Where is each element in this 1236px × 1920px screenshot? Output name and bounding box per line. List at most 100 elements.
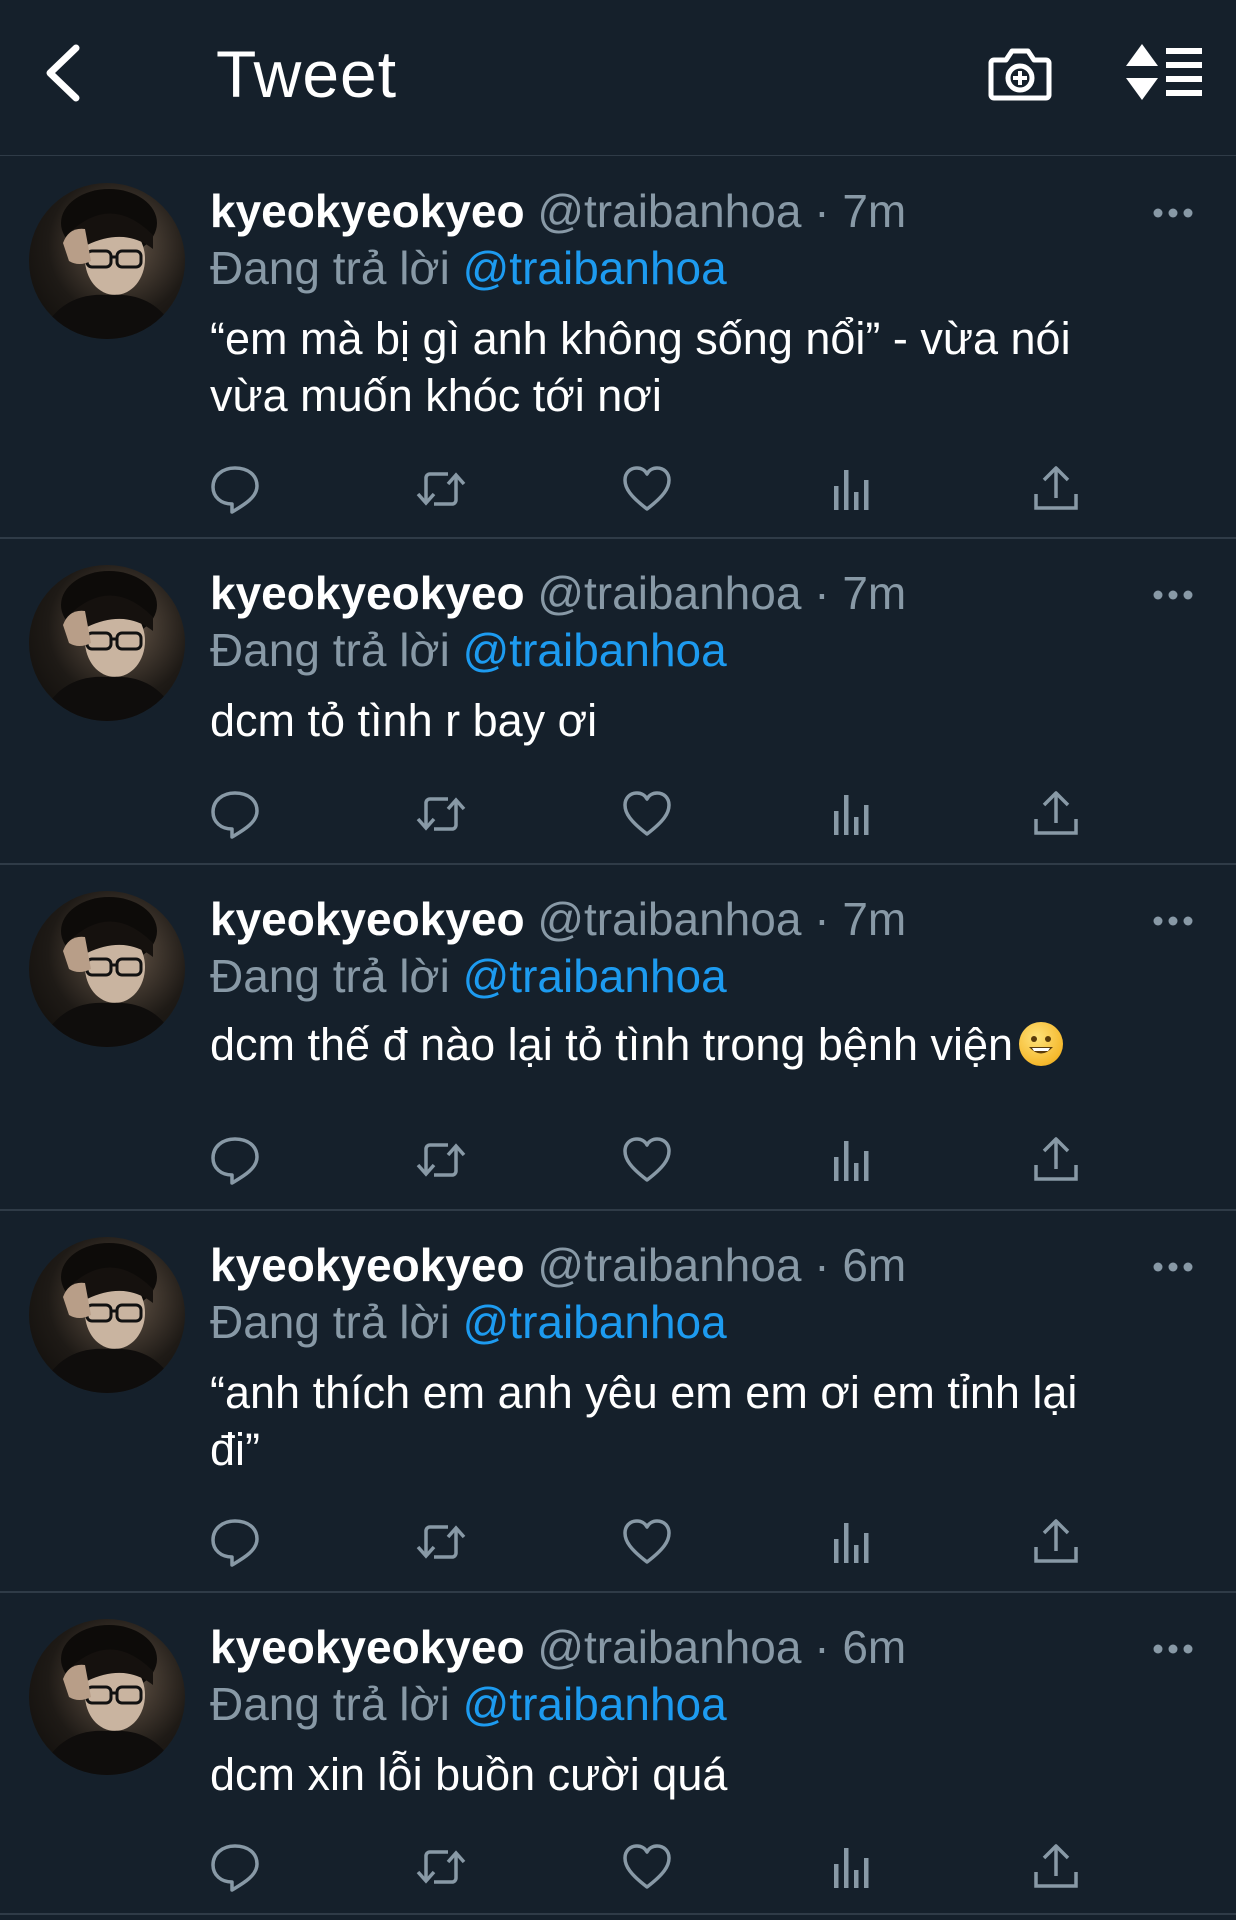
more-dots-icon [1153, 916, 1193, 926]
tweet-actions [0, 1133, 1236, 1193]
reply-button[interactable] [208, 787, 262, 841]
retweet-icon [414, 1525, 468, 1573]
more-options-button[interactable] [1152, 585, 1194, 605]
tweet-actions [0, 1840, 1236, 1900]
mention-link[interactable]: @traibanhoa [463, 1678, 727, 1730]
camera-plus-icon [988, 48, 1052, 101]
more-dots-icon [1153, 1262, 1193, 1272]
mention-link[interactable]: @traibanhoa [463, 242, 727, 294]
reply-icon [208, 1519, 262, 1573]
username-handle[interactable]: @traibanhoa [537, 1239, 801, 1291]
replying-to: Đang trả lời @traibanhoa [210, 1294, 727, 1350]
tweet-text-line: dcm tỏ tình r bay ơi [210, 692, 1170, 749]
tweet-author-line: kyeokyeokyeo @traibanhoa · 6m [210, 1237, 906, 1293]
like-button[interactable] [620, 1515, 674, 1569]
tweet-text: vừa muốn khóc tới nơi [210, 370, 662, 421]
mention-link[interactable]: @traibanhoa [463, 950, 727, 1002]
retweet-button[interactable] [414, 1133, 468, 1187]
display-name[interactable]: kyeokyeokyeo [210, 185, 525, 237]
replying-to-label: Đang trả lời [210, 950, 450, 1002]
retweet-button[interactable] [414, 787, 468, 841]
analytics-icon [826, 1141, 880, 1191]
avatar[interactable] [29, 891, 185, 1047]
share-icon [1029, 1519, 1083, 1573]
tweet[interactable]: kyeokyeokyeo @traibanhoa · 7m Đang trả lờ… [0, 539, 1236, 865]
more-options-button[interactable] [1152, 203, 1194, 223]
retweet-button[interactable] [414, 1840, 468, 1894]
more-options-button[interactable] [1152, 1639, 1194, 1659]
tweet-body: dcm tỏ tình r bay ơi [210, 692, 1170, 749]
tweet-body: dcm thế đ nào lại tỏ tình trong bệnh việ… [210, 1016, 1170, 1073]
stats-button[interactable] [826, 1133, 880, 1187]
reply-button[interactable] [208, 1515, 262, 1569]
tweet[interactable]: kyeokyeokyeo @traibanhoa · 6m Đang trả lờ… [0, 1593, 1236, 1915]
display-name[interactable]: kyeokyeokyeo [210, 1621, 525, 1673]
heart-icon [620, 1137, 674, 1191]
reply-button[interactable] [208, 462, 262, 516]
username-handle[interactable]: @traibanhoa [537, 185, 801, 237]
like-button[interactable] [620, 787, 674, 841]
more-options-button[interactable] [1152, 911, 1194, 931]
more-dots-icon [1153, 208, 1193, 218]
reply-icon [208, 466, 262, 520]
timeline-sort-button[interactable] [1126, 42, 1204, 102]
display-name[interactable]: kyeokyeokyeo [210, 567, 525, 619]
display-name[interactable]: kyeokyeokyeo [210, 893, 525, 945]
like-button[interactable] [620, 1133, 674, 1187]
like-button[interactable] [620, 1840, 674, 1894]
avatar[interactable] [29, 565, 185, 721]
share-button[interactable] [1029, 1840, 1083, 1894]
retweet-icon [414, 797, 468, 845]
stats-button[interactable] [826, 462, 880, 516]
avatar[interactable] [29, 183, 185, 339]
reply-button[interactable] [208, 1133, 262, 1187]
tweet-author-line: kyeokyeokyeo @traibanhoa · 7m [210, 565, 906, 621]
avatar[interactable] [29, 1237, 185, 1393]
tweet-author-line: kyeokyeokyeo @traibanhoa · 6m [210, 1619, 906, 1675]
username-handle[interactable]: @traibanhoa [537, 893, 801, 945]
back-button[interactable] [40, 38, 90, 108]
stats-button[interactable] [826, 1840, 880, 1894]
tweet-author-line: kyeokyeokyeo @traibanhoa · 7m [210, 891, 906, 947]
replying-to-label: Đang trả lời [210, 624, 450, 676]
more-options-button[interactable] [1152, 1257, 1194, 1277]
camera-button[interactable] [988, 38, 1052, 108]
tweet-text-line: dcm thế đ nào lại tỏ tình trong bệnh việ… [210, 1016, 1170, 1073]
reply-icon [208, 1844, 262, 1898]
tweet[interactable]: kyeokyeokyeo @traibanhoa · 7m Đang trả lờ… [0, 157, 1236, 539]
username-handle[interactable]: @traibanhoa [537, 1621, 801, 1673]
tweet-text: dcm xin lỗi buồn cười quá [210, 1749, 728, 1800]
tweet[interactable]: kyeokyeokyeo @traibanhoa · 6m Đang trả lờ… [0, 1211, 1236, 1593]
reply-button[interactable] [208, 1840, 262, 1894]
top-bar: Tweet [0, 0, 1236, 156]
more-dots-icon [1153, 590, 1193, 600]
analytics-icon [826, 795, 880, 845]
more-dots-icon [1153, 1644, 1193, 1654]
avatar[interactable] [29, 1619, 185, 1775]
display-name[interactable]: kyeokyeokyeo [210, 1239, 525, 1291]
tweet-author-line: kyeokyeokyeo @traibanhoa · 7m [210, 183, 906, 239]
username-handle[interactable]: @traibanhoa [537, 567, 801, 619]
retweet-button[interactable] [414, 462, 468, 516]
stats-button[interactable] [826, 1515, 880, 1569]
like-button[interactable] [620, 462, 674, 516]
mention-link[interactable]: @traibanhoa [463, 1296, 727, 1348]
share-icon [1029, 1137, 1083, 1191]
mention-link[interactable]: @traibanhoa [463, 624, 727, 676]
share-button[interactable] [1029, 462, 1083, 516]
stats-button[interactable] [826, 787, 880, 841]
share-button[interactable] [1029, 1515, 1083, 1569]
timestamp: · 7m [814, 567, 907, 619]
retweet-icon [414, 1850, 468, 1898]
tweet[interactable]: kyeokyeokyeo @traibanhoa · 7m Đang trả lờ… [0, 865, 1236, 1211]
share-button[interactable] [1029, 1133, 1083, 1187]
back-arrow-icon [46, 44, 80, 102]
share-icon [1029, 1844, 1083, 1898]
tweet-text: đi” [210, 1424, 261, 1475]
tweet-text-line: vừa muốn khóc tới nơi [210, 367, 1170, 424]
tweet-actions [0, 462, 1236, 522]
share-button[interactable] [1029, 787, 1083, 841]
replying-to: Đang trả lời @traibanhoa [210, 1676, 727, 1732]
retweet-button[interactable] [414, 1515, 468, 1569]
tweet-text-line: dcm xin lỗi buồn cười quá [210, 1746, 1170, 1803]
